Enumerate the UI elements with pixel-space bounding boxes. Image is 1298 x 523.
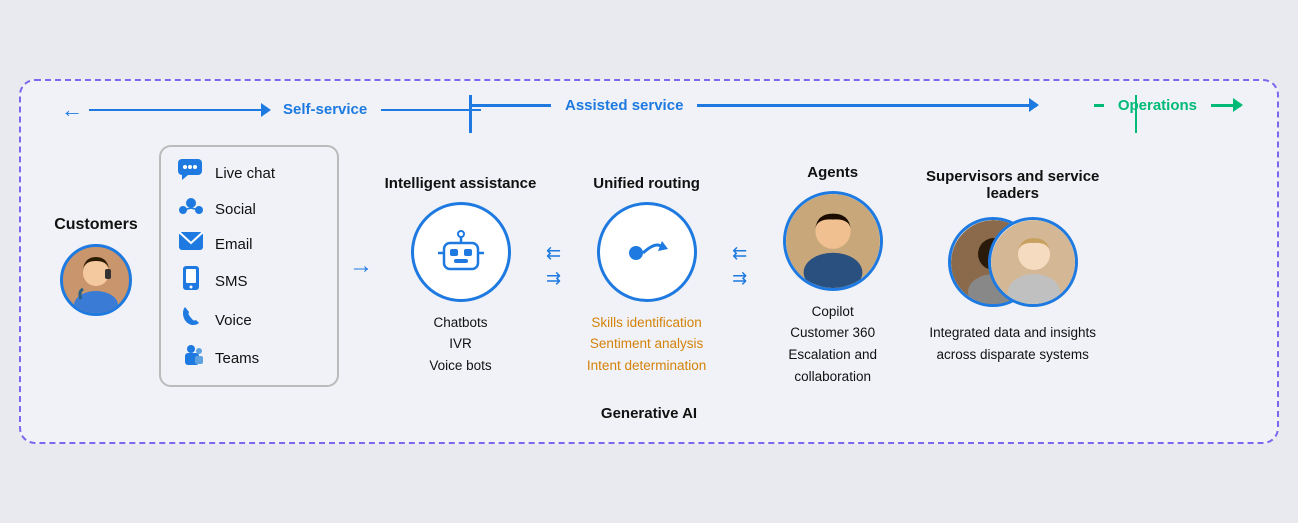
ia-item-1: Chatbots <box>429 312 491 334</box>
voice-label: Voice <box>215 312 252 329</box>
social-icon <box>177 195 205 223</box>
customer-avatar-svg <box>63 247 129 313</box>
channel-social: Social <box>177 195 321 223</box>
channel-live-chat: Live chat <box>177 159 321 187</box>
stage-agents: Agents Copilot Customer 360 Escalation a… <box>755 145 910 387</box>
ia-circle <box>411 202 511 302</box>
channel-email: Email <box>177 231 321 257</box>
channels-to-ia-arrow: → <box>349 252 373 280</box>
stage-supervisors: Supervisors and service leaders <box>920 166 1105 365</box>
supervisors-item-1: Integrated data and insights across disp… <box>920 322 1105 365</box>
agents-title: Agents <box>807 145 858 181</box>
stage-intelligent-assistance: Intelligent assistance Chatbots IVR Voic <box>383 156 538 377</box>
ia-title: Intelligent assistance <box>385 156 537 192</box>
agent-avatar <box>786 193 880 289</box>
ia-items: Chatbots IVR Voice bots <box>429 312 491 377</box>
routing-to-agents-arrows: ⇇ ⇉ <box>732 243 747 289</box>
main-content: Customers <box>41 145 1257 387</box>
voice-icon <box>177 305 205 335</box>
customers-label: Customers <box>54 216 138 234</box>
channels-box: Live chat Social <box>159 145 339 387</box>
robot-icon <box>432 223 490 281</box>
routing-circle <box>597 202 697 302</box>
agents-item-3: Escalation and collaboration <box>755 344 910 387</box>
ia-item-3: Voice bots <box>429 355 491 377</box>
self-service-label: Self-service <box>283 101 367 118</box>
ia-to-routing-arrows: ⇇ ⇉ <box>546 243 561 289</box>
supervisors-circles <box>948 212 1078 312</box>
teams-label: Teams <box>215 350 259 367</box>
agents-items: Copilot Customer 360 Escalation and coll… <box>755 301 910 387</box>
social-label: Social <box>215 201 256 218</box>
routing-icon <box>618 223 676 281</box>
assisted-service-label: Assisted service <box>565 97 683 114</box>
email-label: Email <box>215 236 253 253</box>
sms-icon <box>177 265 205 297</box>
routing-item-3: Intent determination <box>587 355 706 377</box>
stage-unified-routing: Unified routing Skills identification Se… <box>569 156 724 377</box>
email-icon <box>177 231 205 257</box>
arrow-right2: ⇉ <box>732 268 747 289</box>
supervisors-title: Supervisors and service leaders <box>920 166 1105 202</box>
routing-item-2: Sentiment analysis <box>587 333 706 355</box>
operations-label: Operations <box>1118 97 1197 114</box>
channel-teams: Teams <box>177 343 321 373</box>
channels-column: Live chat Social <box>159 145 339 387</box>
customers-column: Customers <box>41 216 151 316</box>
agents-item-1: Copilot <box>755 301 910 323</box>
live-chat-icon <box>177 159 205 187</box>
routing-title: Unified routing <box>593 156 700 192</box>
bottom-label: Generative AI <box>41 405 1257 422</box>
supervisor-avatar-b <box>988 217 1078 307</box>
arrow-left: ⇇ <box>546 243 561 264</box>
channel-sms: SMS <box>177 265 321 297</box>
teams-icon <box>177 343 205 373</box>
top-arrow-bar: ← Self-service Assisted service Operatio… <box>41 97 1257 131</box>
routing-item-1: Skills identification <box>587 312 706 334</box>
routing-items: Skills identification Sentiment analysis… <box>587 312 706 377</box>
diagram-container: ← Self-service Assisted service Operatio… <box>19 79 1279 444</box>
assisted-service-arrow: Assisted service <box>471 97 1037 114</box>
arrow-left2: ⇇ <box>732 243 747 264</box>
self-service-arrow: ← Self-service <box>61 97 481 123</box>
customer-avatar <box>60 244 132 316</box>
live-chat-label: Live chat <box>215 165 275 182</box>
agents-item-2: Customer 360 <box>755 322 910 344</box>
sms-label: SMS <box>215 273 248 290</box>
supervisors-items: Integrated data and insights across disp… <box>920 322 1105 365</box>
operations-arrow: Operations <box>1094 97 1241 114</box>
channel-voice: Voice <box>177 305 321 335</box>
agents-circle <box>783 191 883 291</box>
ia-item-2: IVR <box>429 333 491 355</box>
arrow-right: ⇉ <box>546 268 561 289</box>
